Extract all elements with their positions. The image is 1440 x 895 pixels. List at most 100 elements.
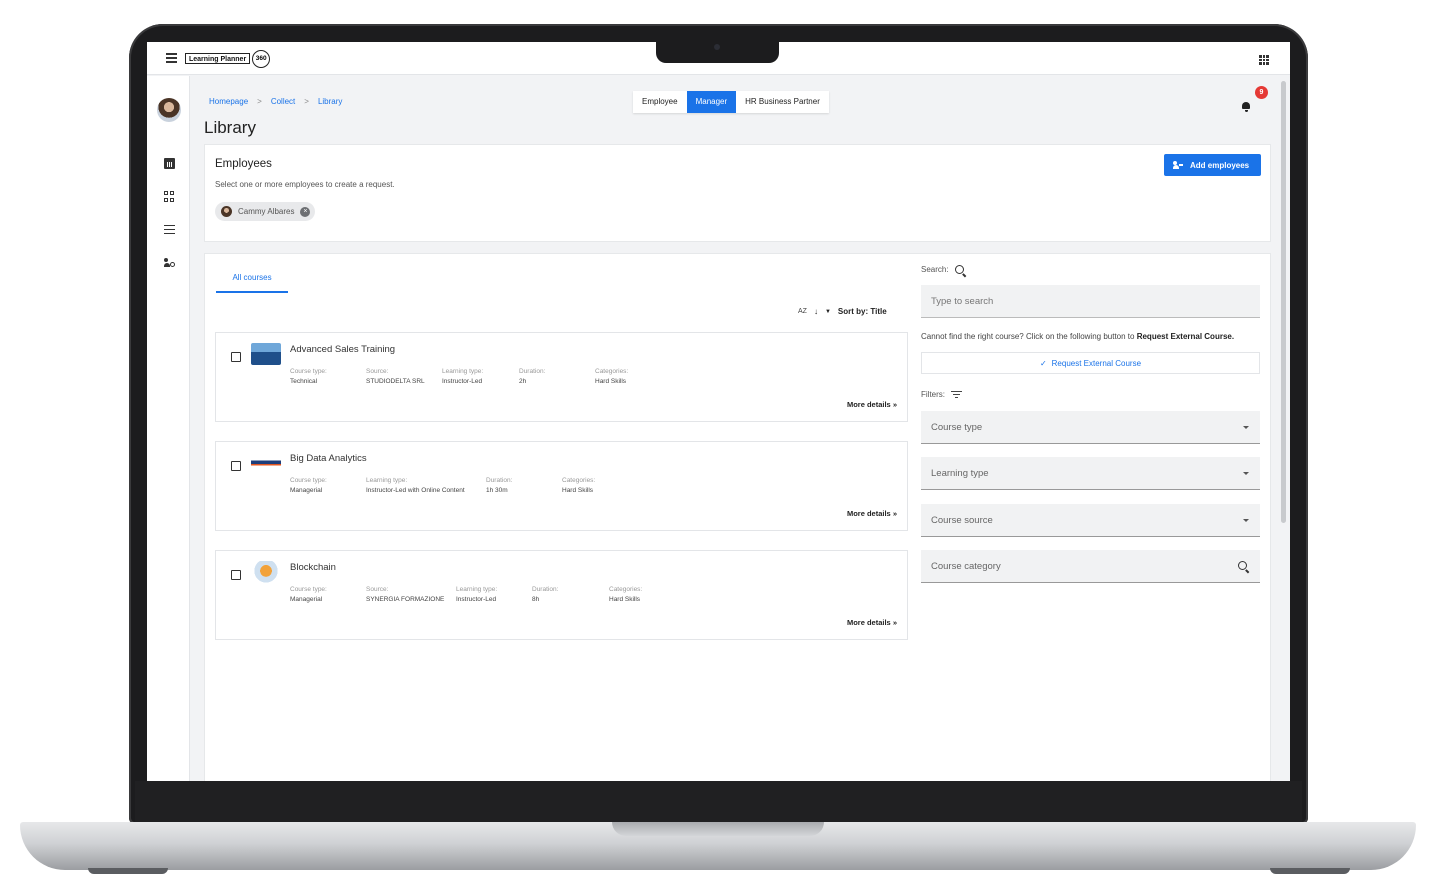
sort-caret-icon: ▼ (824, 308, 831, 315)
course-meta: Source: STUDIODELTA SRL (366, 368, 425, 385)
meta-label: Source: (366, 368, 389, 375)
filters-label: Filters: (921, 390, 962, 399)
course-meta: Categories: Hard Skills (609, 586, 642, 603)
meta-value: Instructor-Led (456, 596, 497, 603)
course-meta: Duration: 8h (532, 586, 558, 603)
meta-label: Duration: (532, 586, 559, 593)
course-card: Blockchain Course type: Managerial Source… (215, 550, 908, 640)
chevron-down-icon (1243, 426, 1249, 429)
breadcrumb-collect[interactable]: Collect (271, 97, 295, 106)
breadcrumb: Homepage > Collect > Library (209, 97, 342, 106)
breadcrumb-separator: > (304, 97, 309, 106)
meta-label: Course type: (290, 586, 327, 593)
meta-value: Instructor-Led with Online Content (366, 487, 465, 494)
course-title: Advanced Sales Training (290, 344, 396, 355)
search-icon (954, 265, 964, 274)
people-settings-icon[interactable] (164, 258, 175, 269)
meta-value: Hard Skills (609, 596, 641, 603)
course-checkbox[interactable] (231, 461, 241, 471)
sort-control[interactable]: AZ ↓ ▼ Sort by: Title (798, 307, 887, 316)
laptop-opening-groove (612, 822, 824, 836)
bell-icon[interactable] (1241, 102, 1251, 112)
request-external-course-label: Request External Course (1051, 358, 1142, 368)
role-hr-business-partner-button[interactable]: HR Business Partner (736, 91, 829, 113)
course-meta: Learning type: Instructor-Led (442, 368, 483, 385)
role-employee-button[interactable]: Employee (633, 91, 687, 113)
logo-badge: 360 (252, 49, 271, 68)
camera-icon (714, 44, 720, 50)
learning-type-select[interactable]: Learning type (921, 457, 1260, 490)
course-checkbox[interactable] (231, 570, 241, 580)
course-title: Blockchain (290, 562, 336, 573)
course-meta: Course type: Technical (290, 368, 327, 385)
course-thumbnail (251, 561, 281, 583)
course-source-select[interactable]: Course source (921, 504, 1260, 537)
course-checkbox[interactable] (231, 352, 241, 362)
course-title: Big Data Analytics (290, 453, 367, 464)
notification-badge: 9 (1255, 86, 1268, 99)
more-details-link[interactable]: More details » (847, 509, 897, 518)
dashboard-icon[interactable] (164, 191, 175, 202)
meta-label: Learning type: (456, 586, 498, 593)
external-hint-text: Cannot find the right course? Click on t… (921, 332, 1135, 341)
page-title: Library (204, 118, 256, 137)
add-person-icon (1173, 161, 1183, 169)
app-logo[interactable]: Learning Planner 360 (185, 49, 271, 68)
meta-value: 8h (532, 596, 540, 603)
meta-value: STUDIODELTA SRL (366, 378, 425, 385)
more-details-link[interactable]: More details » (847, 618, 897, 627)
user-avatar[interactable] (157, 98, 181, 122)
employees-card: Employees Select one or more employees t… (204, 144, 1271, 242)
meta-label: Course type: (290, 477, 327, 484)
course-category-input[interactable]: Course category (921, 550, 1260, 583)
search-input[interactable] (921, 285, 1260, 318)
course-meta: Course type: Managerial (290, 477, 327, 494)
course-card: Advanced Sales Training Course type: Tech… (215, 332, 908, 422)
meta-label: Course type: (290, 368, 327, 375)
laptop-foot-right (1270, 868, 1350, 874)
meta-label: Duration: (486, 477, 513, 484)
select-label: Learning type (931, 468, 989, 479)
chevron-down-icon (1243, 519, 1249, 522)
course-meta: Course type: Managerial (290, 586, 327, 603)
filters-label-text: Filters: (921, 390, 945, 399)
menu-icon[interactable] (166, 53, 177, 63)
scrollbar[interactable] (1281, 81, 1286, 523)
meta-value: Hard Skills (562, 487, 594, 494)
check-icon: ✓ (1039, 358, 1047, 368)
tab-all-courses[interactable]: All courses (216, 267, 288, 293)
meta-value: Technical (290, 378, 318, 385)
sidebar (147, 76, 190, 781)
meta-value: Managerial (290, 487, 323, 494)
logo-text: Learning Planner (185, 53, 251, 64)
course-thumbnail (251, 343, 281, 365)
chip-avatar (221, 206, 232, 217)
meta-value: Instructor-Led (442, 378, 483, 385)
chart-icon[interactable] (164, 158, 175, 169)
app-screen: Learning Planner 360 Homepage > Collect … (147, 42, 1290, 781)
employee-chip: Cammy Albares × (215, 202, 316, 221)
meta-value: 1h 30m (486, 487, 508, 494)
remove-chip-icon[interactable]: × (300, 206, 311, 217)
meta-value: SYNERGIA FORMAZIONE (366, 596, 445, 603)
list-icon[interactable] (164, 225, 175, 236)
add-employees-button[interactable]: Add employees (1164, 154, 1261, 176)
more-details-link[interactable]: More details » (847, 400, 897, 409)
external-course-hint: Cannot find the right course? Click on t… (921, 332, 1234, 341)
employees-title: Employees (215, 158, 272, 170)
meta-label: Categories: (595, 368, 629, 375)
course-type-select[interactable]: Course type (921, 411, 1260, 444)
meta-label: Learning type: (442, 368, 484, 375)
breadcrumb-homepage[interactable]: Homepage (209, 97, 248, 106)
meta-label: Categories: (609, 586, 643, 593)
request-external-course-button[interactable]: ✓ Request External Course (921, 352, 1260, 374)
camera-notch (656, 42, 779, 63)
laptop-chin (135, 781, 1302, 822)
select-label: Course source (931, 515, 993, 526)
select-label: Course category (931, 561, 1001, 572)
breadcrumb-library[interactable]: Library (318, 97, 342, 106)
sort-arrow-down-icon: ↓ (813, 307, 818, 316)
filter-icon (951, 390, 962, 399)
apps-grid-icon[interactable] (1259, 55, 1269, 65)
role-manager-button[interactable]: Manager (686, 91, 737, 113)
